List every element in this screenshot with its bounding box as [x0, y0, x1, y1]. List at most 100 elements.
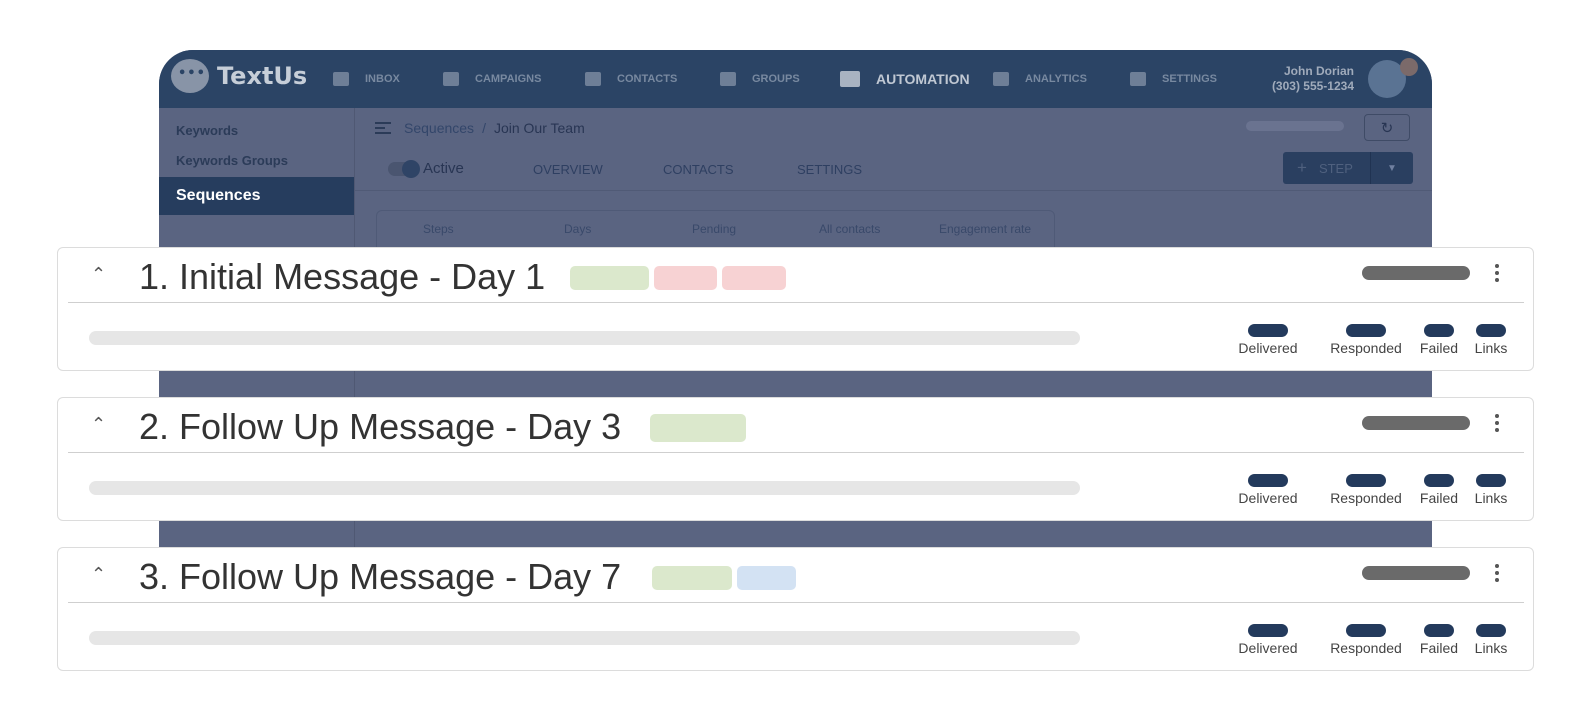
metric-delivered: Delivered	[1238, 474, 1298, 506]
nav-label: INBOX	[365, 73, 400, 85]
nav-contacts[interactable]: CONTACTS	[585, 50, 677, 108]
user-phone: (303) 555-1234	[1271, 79, 1354, 93]
chevron-up-icon[interactable]: ⌃	[91, 564, 106, 585]
nav-inbox[interactable]: INBOX	[333, 50, 400, 108]
megaphone-icon	[443, 72, 459, 86]
metric-failed: Failed	[1419, 324, 1459, 356]
status-pill	[1362, 566, 1470, 580]
sequence-step-card[interactable]: ⌃ 1. Initial Message - Day 1 Delivered R…	[57, 247, 1534, 371]
tag-red	[654, 266, 717, 290]
step-tags	[652, 566, 796, 590]
nav-label: GROUPS	[752, 73, 800, 85]
sidebar-item-keywords[interactable]: Keywords	[176, 123, 238, 138]
more-options-icon[interactable]	[1494, 564, 1500, 584]
nav-label: AUTOMATION	[876, 71, 970, 87]
active-toggle[interactable]	[388, 160, 420, 178]
tag-red	[722, 266, 786, 290]
chevron-up-icon[interactable]: ⌃	[91, 264, 106, 285]
sequence-step-card[interactable]: ⌃ 2. Follow Up Message - Day 3 Delivered…	[57, 397, 1534, 521]
stat-header: Days	[564, 222, 592, 236]
refresh-icon: ↻	[1380, 119, 1394, 137]
status-pill	[1362, 266, 1470, 280]
robot-icon	[840, 71, 860, 87]
metric-label: Links	[1474, 640, 1508, 656]
active-toggle-label: Active	[423, 160, 464, 177]
tag-green	[570, 266, 649, 290]
step-dropdown-toggle[interactable]: ▼	[1370, 152, 1413, 184]
more-options-icon[interactable]	[1494, 264, 1500, 284]
sidebar-item-keywords-groups[interactable]: Keywords Groups	[176, 153, 288, 168]
metric-label: Failed	[1419, 340, 1459, 356]
metric-delivered: Delivered	[1238, 624, 1298, 656]
metric-failed: Failed	[1419, 624, 1459, 656]
tag-blue	[737, 566, 796, 590]
top-navigation-bar: TextUs INBOX CAMPAIGNS CONTACTS GROUPS A…	[159, 50, 1432, 108]
metric-label: Links	[1474, 340, 1508, 356]
inbox-icon	[333, 72, 349, 86]
nav-settings[interactable]: SETTINGS	[1130, 50, 1217, 108]
more-options-icon[interactable]	[1494, 414, 1500, 434]
metric-delivered: Delivered	[1238, 324, 1298, 356]
sequence-subnav: Active OVERVIEW CONTACTS SETTINGS	[355, 150, 1432, 191]
tag-green	[652, 566, 732, 590]
metric-label: Failed	[1419, 640, 1459, 656]
divider	[68, 602, 1524, 603]
stat-header: Steps	[423, 222, 454, 236]
add-step-button[interactable]: + STEP ▼	[1283, 152, 1413, 184]
user-info[interactable]: John Dorian (303) 555-1234	[1272, 64, 1354, 94]
metric-links: Links	[1473, 324, 1509, 356]
progress-bar	[89, 631, 1080, 645]
metric-failed: Failed	[1419, 474, 1459, 506]
progress-bar	[89, 331, 1080, 345]
collapse-menu-icon[interactable]	[375, 122, 391, 134]
metric-label: Responded	[1330, 340, 1402, 356]
metric-responded: Responded	[1330, 474, 1402, 506]
tab-settings[interactable]: SETTINGS	[797, 162, 862, 177]
tag-green	[650, 414, 746, 442]
users-icon	[720, 72, 736, 86]
caret-down-icon: ▼	[1387, 162, 1397, 174]
nav-label: CAMPAIGNS	[475, 73, 542, 85]
nav-automation[interactable]: AUTOMATION	[840, 50, 970, 108]
bar-chart-icon	[993, 72, 1009, 86]
divider	[68, 302, 1524, 303]
gear-icon	[1130, 72, 1146, 86]
stat-header: Pending	[692, 222, 737, 236]
status-pill	[1362, 416, 1470, 430]
step-title: 3. Follow Up Message - Day 7	[139, 556, 622, 597]
breadcrumb-parent[interactable]: Sequences	[404, 120, 474, 136]
logo-text: TextUs	[217, 62, 308, 90]
metric-label: Delivered	[1238, 340, 1298, 356]
notification-dot	[1400, 58, 1418, 76]
breadcrumb-separator: /	[482, 120, 486, 136]
breadcrumb-current: Join Our Team	[493, 120, 585, 136]
nav-label: CONTACTS	[617, 73, 678, 85]
tab-contacts[interactable]: CONTACTS	[663, 162, 734, 177]
chevron-up-icon[interactable]: ⌃	[91, 414, 106, 435]
nav-groups[interactable]: GROUPS	[720, 50, 800, 108]
stat-header: All contacts	[819, 222, 881, 236]
sidebar-item-sequences[interactable]: Sequences	[159, 177, 354, 215]
sequence-step-card[interactable]: ⌃ 3. Follow Up Message - Day 7 Delivered…	[57, 547, 1534, 671]
breadcrumb: Sequences / Join Our Team	[375, 120, 585, 136]
metric-label: Links	[1474, 490, 1508, 506]
loading-placeholder	[1246, 121, 1344, 131]
metric-links: Links	[1473, 624, 1509, 656]
tab-overview[interactable]: OVERVIEW	[533, 162, 603, 177]
nav-analytics[interactable]: ANALYTICS	[993, 50, 1087, 108]
refresh-button[interactable]: ↻	[1364, 114, 1410, 141]
metric-label: Delivered	[1238, 490, 1298, 506]
step-title: 1. Initial Message - Day 1	[139, 256, 546, 297]
nav-campaigns[interactable]: CAMPAIGNS	[443, 50, 541, 108]
step-tags	[650, 414, 746, 442]
step-tags	[570, 266, 786, 290]
metric-links: Links	[1473, 474, 1509, 506]
metric-responded: Responded	[1330, 324, 1402, 356]
progress-bar	[89, 481, 1080, 495]
logo[interactable]: TextUs	[171, 59, 307, 93]
metric-label: Responded	[1330, 490, 1402, 506]
user-name: John Dorian	[1283, 64, 1354, 78]
contact-card-icon	[585, 72, 601, 86]
nav-label: SETTINGS	[1162, 73, 1218, 85]
step-button-label: STEP	[1318, 160, 1353, 176]
